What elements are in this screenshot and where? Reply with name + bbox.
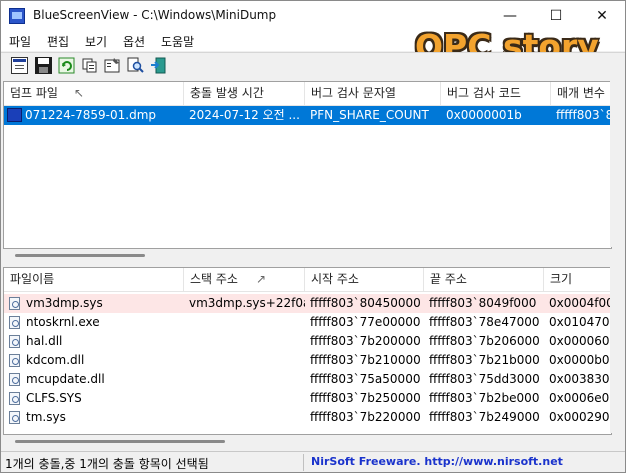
- driver-row[interactable]: mcupdate.dll fffff803`75a50000 fffff803`…: [4, 370, 612, 389]
- column-crash-time[interactable]: 충돌 발생 시간: [184, 82, 305, 105]
- driver-row[interactable]: hal.dll fffff803`7b200000 fffff803`7b206…: [4, 332, 612, 351]
- toolbar: [1, 52, 625, 79]
- driver-end-address: fffff803`7b249000: [429, 410, 540, 424]
- menu-file[interactable]: 파일: [9, 33, 31, 50]
- driver-size: 0x0002900: [549, 410, 612, 424]
- driver-start-address: fffff803`80450000: [310, 296, 421, 310]
- driver-start-address: fffff803`7b210000: [310, 353, 421, 367]
- crash-row[interactable]: 071224-7859-01.dmp 2024-07-12 오전 ... PFN…: [4, 106, 611, 125]
- column-bug-check-code[interactable]: 버그 검사 코드: [441, 82, 551, 105]
- driver-start-address: fffff803`7b250000: [310, 391, 421, 405]
- dump-file-name: 071224-7859-01.dmp: [25, 108, 157, 122]
- driver-start-address: fffff803`75a50000: [310, 372, 421, 386]
- crash-list-vertical-scrollbar[interactable]: [610, 81, 623, 247]
- column-size[interactable]: 크기: [544, 268, 611, 291]
- driver-size: 0x0104700: [549, 315, 612, 329]
- copy-icon[interactable]: [81, 57, 98, 74]
- driver-row[interactable]: tm.sys fffff803`7b220000 fffff803`7b2490…: [4, 408, 612, 427]
- driver-stack-address: [184, 313, 305, 332]
- driver-stack-address: [184, 389, 305, 408]
- driver-stack-address: vm3dmp.sys+22f0a: [189, 296, 305, 310]
- crash-list-pane[interactable]: 덤프 파일 ↖ 충돌 발생 시간 버그 검사 문자열 버그 검사 코드 매개 변…: [3, 81, 612, 249]
- driver-filename: kdcom.dll: [26, 353, 85, 367]
- status-separator: [303, 454, 304, 471]
- driver-size: 0x0000b00: [549, 353, 612, 367]
- driver-stack-address: [184, 370, 305, 389]
- driver-end-address: fffff803`7b2be000: [429, 391, 540, 405]
- crash-list-horizontal-scrollbar[interactable]: [15, 254, 145, 257]
- column-dump-file[interactable]: 덤프 파일 ↖: [4, 82, 184, 105]
- driver-file-icon: [9, 411, 20, 424]
- column-stack-address-label: 스택 주소: [190, 272, 238, 286]
- crash-time: 2024-07-12 오전 ...: [189, 108, 300, 122]
- driver-file-icon: [9, 354, 20, 367]
- nirsoft-link[interactable]: NirSoft Freeware. http://www.nirsoft.net: [311, 455, 563, 468]
- driver-end-address: fffff803`7b21b000: [429, 353, 540, 367]
- column-dump-file-label: 덤프 파일: [10, 86, 58, 100]
- find-icon[interactable]: [127, 57, 144, 74]
- driver-file-icon: [9, 335, 20, 348]
- driver-list-vertical-scrollbar[interactable]: [610, 267, 623, 433]
- refresh-icon[interactable]: [58, 57, 75, 74]
- menu-options[interactable]: 옵션: [123, 33, 145, 50]
- driver-size: 0x0006e00: [549, 391, 612, 405]
- driver-file-icon: [9, 297, 20, 310]
- properties-icon[interactable]: [104, 57, 121, 74]
- menu-help[interactable]: 도움말: [161, 33, 194, 50]
- driver-filename: tm.sys: [26, 410, 66, 424]
- driver-filename: ntoskrnl.exe: [26, 315, 100, 329]
- column-stack-address[interactable]: 스택 주소 ↗: [184, 268, 305, 291]
- driver-file-icon: [9, 392, 20, 405]
- driver-filename: hal.dll: [26, 334, 63, 348]
- column-filename[interactable]: 파일이름: [4, 268, 184, 291]
- sort-arrow-icon: ↗: [256, 272, 267, 286]
- driver-list-pane[interactable]: 파일이름 스택 주소 ↗ 시작 주소 끝 주소 크기 vm3dmp.sys vm…: [3, 267, 612, 435]
- driver-end-address: fffff803`75dd3000: [429, 372, 540, 386]
- driver-stack-address: [184, 332, 305, 351]
- driver-filename: vm3dmp.sys: [26, 296, 103, 310]
- driver-filename: CLFS.SYS: [26, 391, 82, 405]
- window-title: BlueScreenView - C:\Windows\MiniDump: [33, 8, 277, 22]
- driver-filename: mcupdate.dll: [26, 372, 105, 386]
- menu-edit[interactable]: 편집: [47, 33, 69, 50]
- driver-row[interactable]: ntoskrnl.exe fffff803`77e00000 fffff803`…: [4, 313, 612, 332]
- exit-icon[interactable]: [150, 57, 167, 74]
- driver-list-header: 파일이름 스택 주소 ↗ 시작 주소 끝 주소 크기: [4, 268, 611, 292]
- driver-end-address: fffff803`7b206000: [429, 334, 540, 348]
- driver-size: 0x0000600: [549, 334, 612, 348]
- driver-stack-address: [184, 351, 305, 370]
- driver-stack-address: [184, 408, 305, 427]
- driver-size: 0x0004f00: [549, 296, 612, 310]
- column-bug-check-string[interactable]: 버그 검사 문자열: [305, 82, 441, 105]
- sort-arrow-icon: ↖: [74, 86, 85, 100]
- parameter-1: fffff803`8048: [556, 108, 611, 122]
- driver-row[interactable]: vm3dmp.sys vm3dmp.sys+22f0a fffff803`804…: [4, 294, 612, 313]
- driver-start-address: fffff803`7b200000: [310, 334, 421, 348]
- status-selection-text: 1개의 충돌,중 1개의 충돌 항목이 선택됨: [5, 457, 209, 471]
- driver-row[interactable]: CLFS.SYS fffff803`7b250000 fffff803`7b2b…: [4, 389, 612, 408]
- driver-size: 0x0038300: [549, 372, 612, 386]
- driver-start-address: fffff803`77e00000: [310, 315, 421, 329]
- html-report-icon[interactable]: [11, 57, 28, 74]
- driver-file-icon: [9, 316, 20, 329]
- status-bar: 1개의 충돌,중 1개의 충돌 항목이 선택됨 NirSoft Freeware…: [1, 451, 625, 472]
- crash-list-header: 덤프 파일 ↖ 충돌 발생 시간 버그 검사 문자열 버그 검사 코드 매개 변…: [4, 82, 611, 106]
- driver-end-address: fffff803`78e47000: [429, 315, 540, 329]
- bug-check-string: PFN_SHARE_COUNT: [310, 108, 429, 122]
- column-parameter-1[interactable]: 매개 변수 1: [551, 82, 611, 105]
- menu-view[interactable]: 보기: [85, 33, 107, 50]
- driver-start-address: fffff803`7b220000: [310, 410, 421, 424]
- column-start-address[interactable]: 시작 주소: [305, 268, 424, 291]
- driver-row[interactable]: kdcom.dll fffff803`7b210000 fffff803`7b2…: [4, 351, 612, 370]
- bluescreen-app-icon: [9, 8, 25, 24]
- bug-check-code: 0x0000001b: [446, 108, 522, 122]
- driver-list-horizontal-scrollbar[interactable]: [15, 440, 225, 443]
- save-icon[interactable]: [35, 57, 52, 74]
- column-end-address[interactable]: 끝 주소: [424, 268, 544, 291]
- driver-file-icon: [9, 373, 20, 386]
- driver-end-address: fffff803`8049f000: [429, 296, 537, 310]
- bluescreenview-window: BlueScreenView - C:\Windows\MiniDump — ☐…: [0, 0, 626, 473]
